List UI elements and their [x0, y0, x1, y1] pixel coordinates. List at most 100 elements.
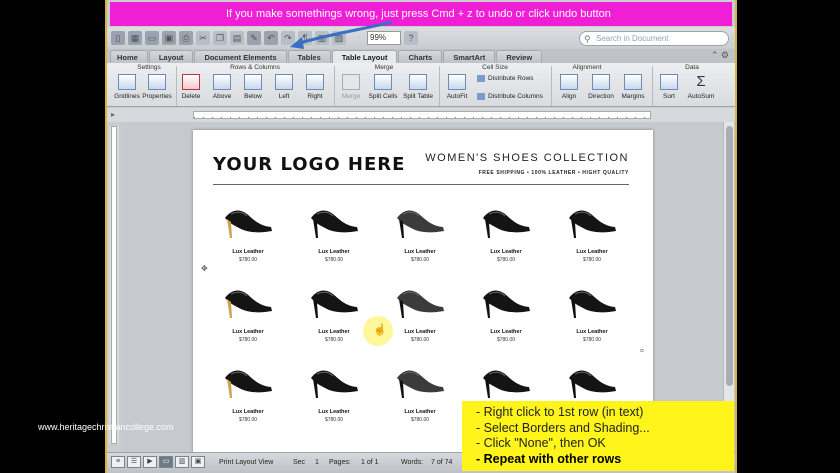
- horizontal-ruler[interactable]: ▸: [107, 108, 735, 122]
- product-price[interactable]: $780.00: [377, 417, 463, 423]
- product-cell[interactable]: Lux Leather $780.00: [377, 360, 463, 438]
- product-price[interactable]: $780.00: [205, 257, 291, 263]
- product-name[interactable]: Lux Leather: [549, 249, 635, 255]
- autosum-button[interactable]: Σ AutoSum: [684, 74, 718, 107]
- product-cell[interactable]: Lux Leather $780.00: [549, 280, 635, 358]
- product-cell[interactable]: Lux Leather $780.00: [377, 200, 463, 278]
- insert-above-button[interactable]: Above: [205, 74, 239, 107]
- margins-button[interactable]: Margins: [616, 74, 650, 107]
- product-name[interactable]: Lux Leather: [549, 329, 635, 335]
- product-cell[interactable]: Lux Leather $780.00: [463, 200, 549, 278]
- autofit-button[interactable]: AutoFit: [440, 74, 474, 107]
- direction-button[interactable]: Direction: [584, 74, 618, 107]
- format-painter-icon[interactable]: ✎: [247, 31, 261, 45]
- product-name[interactable]: Lux Leather: [205, 409, 291, 415]
- copy-icon[interactable]: ❐: [213, 31, 227, 45]
- save-icon[interactable]: ▣: [162, 31, 176, 45]
- publishing-view-button[interactable]: ▶: [143, 456, 157, 468]
- outline-view-button[interactable]: ☰: [127, 456, 141, 468]
- product-price[interactable]: $780.00: [549, 337, 635, 343]
- shoe-image[interactable]: [479, 360, 533, 400]
- tab-smartart[interactable]: SmartArt: [443, 50, 496, 63]
- shoe-image[interactable]: [307, 280, 361, 320]
- shoe-image[interactable]: [393, 200, 447, 240]
- undo-icon[interactable]: ↶: [264, 31, 278, 45]
- sort-button[interactable]: Sort: [652, 74, 686, 107]
- shoe-image[interactable]: [221, 200, 275, 240]
- product-cell[interactable]: Lux Leather $780.00: [205, 360, 291, 438]
- product-name[interactable]: Lux Leather: [205, 249, 291, 255]
- product-cell[interactable]: Lux Leather $780.00: [549, 200, 635, 278]
- product-price[interactable]: $780.00: [205, 417, 291, 423]
- shoe-image[interactable]: [307, 200, 361, 240]
- collection-title[interactable]: WOMEN'S SHOES COLLECTION: [425, 152, 629, 164]
- table-move-handle-icon[interactable]: ✥: [201, 264, 208, 273]
- scrollbar-thumb[interactable]: [726, 126, 733, 386]
- shoe-image[interactable]: [221, 360, 275, 400]
- product-name[interactable]: Lux Leather: [377, 249, 463, 255]
- product-price[interactable]: $780.00: [291, 257, 377, 263]
- tab-home[interactable]: Home: [110, 50, 148, 63]
- shoe-image[interactable]: [565, 280, 619, 320]
- shoe-image[interactable]: [479, 200, 533, 240]
- product-price[interactable]: $780.00: [291, 417, 377, 423]
- search-field[interactable]: ⚲ Search in Document: [579, 31, 729, 46]
- full-screen-view-button[interactable]: ▣: [191, 456, 205, 468]
- merge-button[interactable]: Merge: [334, 74, 368, 107]
- shoe-image[interactable]: [479, 280, 533, 320]
- tab-review[interactable]: Review: [496, 50, 543, 63]
- product-price[interactable]: $780.00: [463, 337, 549, 343]
- product-price[interactable]: $780.00: [549, 257, 635, 263]
- properties-button[interactable]: Properties: [140, 74, 174, 107]
- vertical-ruler-scale[interactable]: [111, 126, 117, 444]
- product-cell[interactable]: Lux Leather $780.00: [463, 280, 549, 358]
- product-name[interactable]: Lux Leather: [377, 409, 463, 415]
- ribbon-options-icon[interactable]: ⌃ ⚙: [711, 50, 729, 61]
- tab-stop-selector-icon[interactable]: ▸: [111, 110, 115, 119]
- product-price[interactable]: $780.00: [463, 257, 549, 263]
- shoe-image[interactable]: [393, 280, 447, 320]
- insert-right-button[interactable]: Right: [298, 74, 332, 107]
- notebook-view-button[interactable]: ▥: [175, 456, 189, 468]
- align-button[interactable]: Align: [552, 74, 586, 107]
- product-name[interactable]: Lux Leather: [291, 249, 377, 255]
- shoe-image[interactable]: [565, 200, 619, 240]
- product-cell[interactable]: Lux Leather $780.00: [291, 360, 377, 438]
- shoe-image[interactable]: [393, 360, 447, 400]
- paste-icon[interactable]: ▤: [230, 31, 244, 45]
- split-cells-button[interactable]: Split Cells: [366, 74, 400, 107]
- product-cell[interactable]: Lux Leather $780.00: [291, 200, 377, 278]
- product-cell[interactable]: Lux Leather$780.00: [377, 280, 463, 358]
- tab-document-elements[interactable]: Document Elements: [194, 50, 287, 63]
- shoe-image[interactable]: [307, 360, 361, 400]
- print-layout-view-button[interactable]: ▭: [159, 456, 173, 468]
- split-table-button[interactable]: Split Table: [401, 74, 435, 107]
- product-name[interactable]: Lux Leather: [291, 409, 377, 415]
- product-name[interactable]: Lux Leather: [463, 329, 549, 335]
- templates-icon[interactable]: ▦: [128, 31, 142, 45]
- tab-layout[interactable]: Layout: [148, 50, 194, 63]
- ruler-scale[interactable]: [193, 111, 651, 119]
- product-price[interactable]: $780.00: [377, 257, 463, 263]
- insert-left-button[interactable]: Left: [267, 74, 301, 107]
- product-cell[interactable]: Lux Leather $780.00: [205, 200, 291, 278]
- delete-button[interactable]: Delete: [174, 74, 208, 107]
- collection-subtitle[interactable]: FREE SHIPPING • 100% LEATHER • HIGHT QUA…: [479, 170, 629, 176]
- distribute-rows-button[interactable]: Distribute Rows: [477, 75, 534, 82]
- product-cell[interactable]: Lux Leather $780.00: [205, 280, 291, 358]
- shoe-image[interactable]: [565, 360, 619, 400]
- tab-charts[interactable]: Charts: [398, 50, 443, 63]
- vertical-ruler[interactable]: [109, 126, 119, 444]
- distribute-columns-button[interactable]: Distribute Columns: [477, 93, 543, 100]
- help-icon[interactable]: ?: [404, 31, 418, 45]
- product-name[interactable]: Lux Leather: [463, 249, 549, 255]
- product-price[interactable]: $780.00: [205, 337, 291, 343]
- open-icon[interactable]: ▭: [145, 31, 159, 45]
- logo-text[interactable]: YOUR LOGO HERE: [213, 154, 405, 175]
- cut-icon[interactable]: ✂: [196, 31, 210, 45]
- product-name[interactable]: Lux Leather: [205, 329, 291, 335]
- print-icon[interactable]: ⎙: [179, 31, 193, 45]
- shoe-image[interactable]: [221, 280, 275, 320]
- insert-below-button[interactable]: Below: [236, 74, 270, 107]
- product-cell[interactable]: Lux Leather$780.00: [291, 280, 377, 358]
